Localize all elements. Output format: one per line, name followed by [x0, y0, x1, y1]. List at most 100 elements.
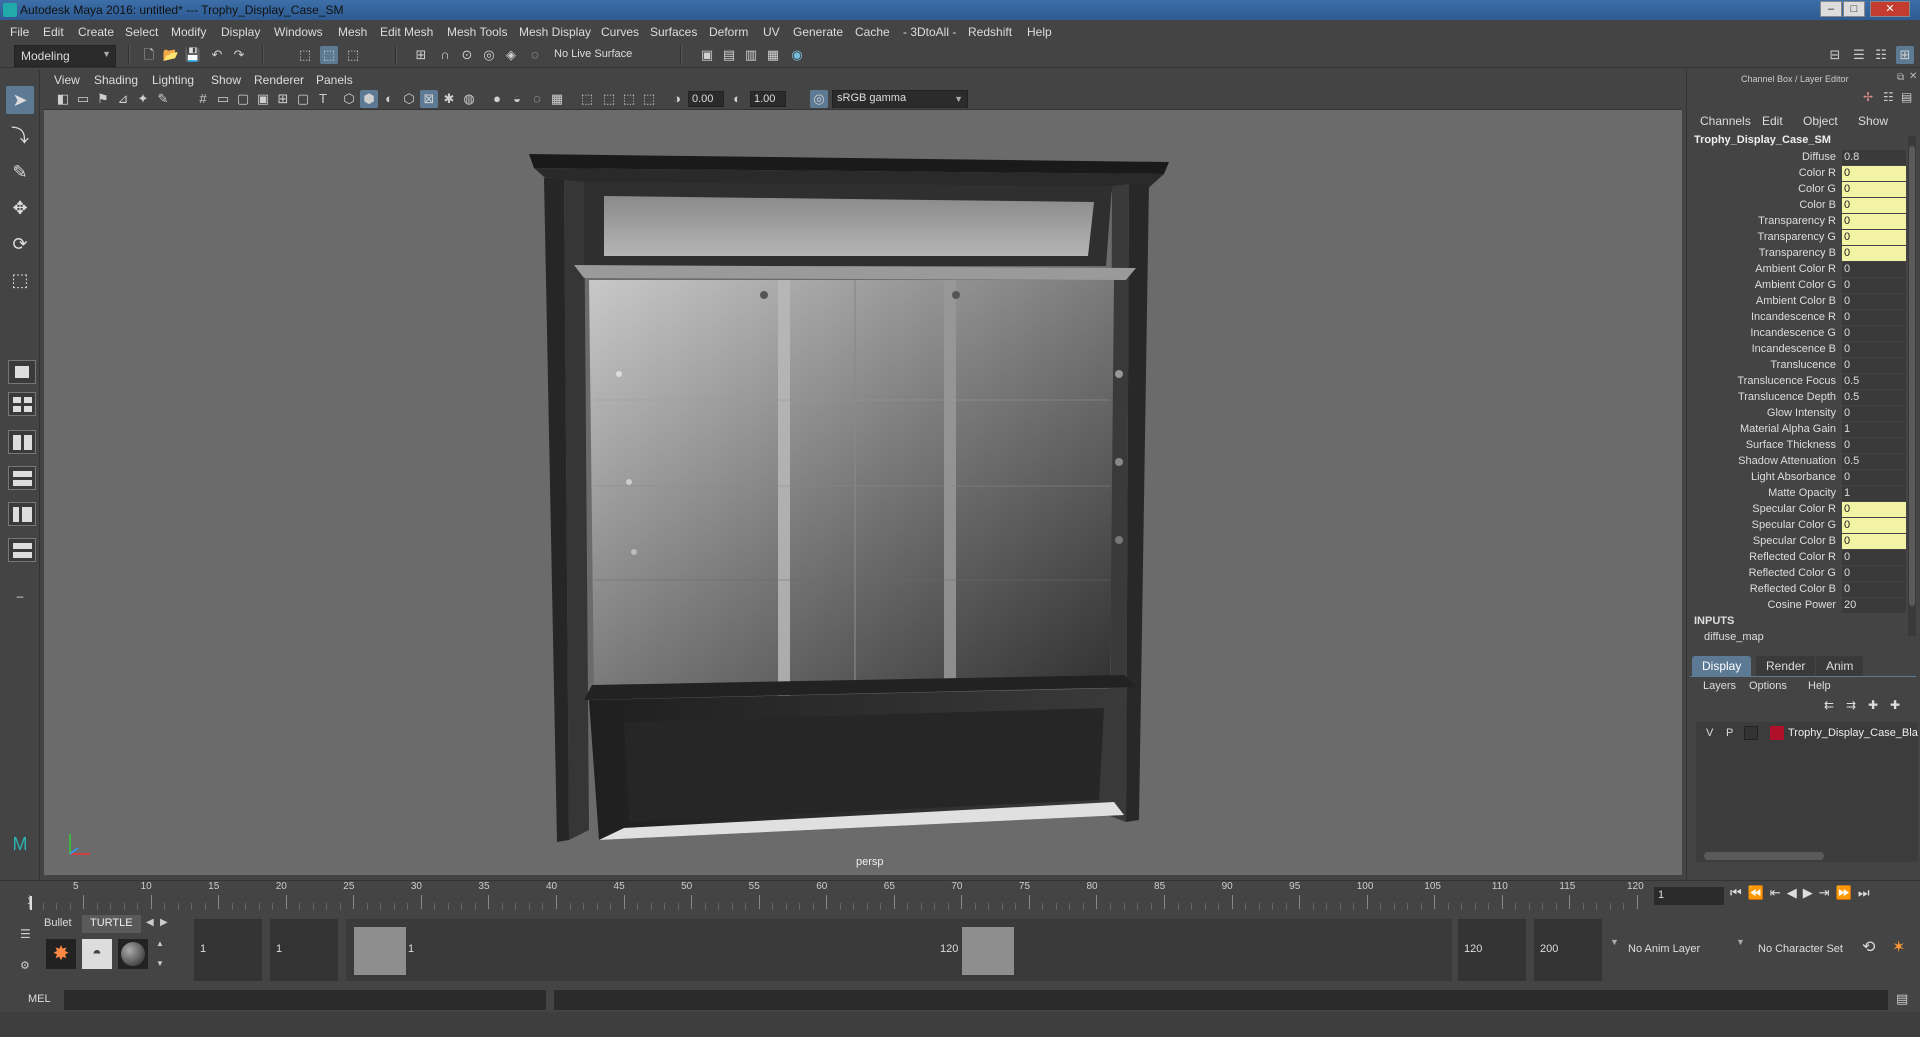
motion-blur-icon[interactable]: ◌ — [528, 90, 546, 108]
layer-visibility-toggle[interactable]: V — [1706, 727, 1713, 739]
animation-preferences-icon[interactable]: ✶ — [1892, 937, 1905, 957]
channel-value-field[interactable]: 0 — [1842, 470, 1906, 485]
default-material-icon[interactable]: ◐ — [380, 90, 398, 108]
channel-value-field[interactable]: 0.5 — [1842, 390, 1906, 405]
select-hierarchy-icon[interactable]: ⬚ — [296, 46, 314, 64]
modeling-toolkit-icon[interactable]: ⊟ — [1826, 46, 1844, 64]
step-forward-frame-icon[interactable]: ⇥ — [1819, 885, 1836, 900]
menu-mesh-tools[interactable]: Mesh Tools — [447, 25, 507, 39]
channel-row[interactable]: Material Alpha Gain 1 — [1692, 422, 1906, 438]
persp-outliner-layout-icon[interactable] — [8, 466, 36, 490]
channel-row[interactable]: Color G 0 — [1692, 182, 1906, 198]
channel-value-field[interactable]: 0 — [1842, 534, 1906, 549]
channel-row[interactable]: Specular Color R 0 — [1692, 502, 1906, 518]
start-time-field[interactable]: 1 — [194, 919, 262, 981]
channel-value-field[interactable]: 0 — [1842, 566, 1906, 581]
menu-3dtoall[interactable]: - 3DtoAll - — [903, 25, 956, 39]
playback-end-field[interactable]: 120 — [1458, 919, 1526, 981]
chevron-down-icon[interactable]: ▼ — [1736, 937, 1745, 947]
channel-row[interactable]: Incandescence B 0 — [1692, 342, 1906, 358]
channel-value-field[interactable]: 0 — [1842, 358, 1906, 373]
menu-deform[interactable]: Deform — [709, 25, 748, 39]
tool-settings-icon[interactable]: ☷ — [1872, 46, 1890, 64]
tab-render[interactable]: Render — [1756, 656, 1816, 676]
range-start-handle[interactable] — [354, 927, 406, 975]
channel-row[interactable]: Color B 0 — [1692, 198, 1906, 214]
channel-value-field[interactable]: 0 — [1842, 182, 1906, 197]
shelf-tab-turtle[interactable]: TURTLE — [82, 915, 141, 933]
channel-value-field[interactable]: 0 — [1842, 310, 1906, 325]
hypershade-layout-icon[interactable] — [8, 538, 36, 562]
shelf-prev-icon[interactable]: ◀ — [146, 917, 154, 928]
save-scene-icon[interactable]: 💾 — [184, 46, 202, 64]
smooth-shade-icon[interactable]: ⬢ — [360, 90, 378, 108]
wireframe-icon[interactable]: ⬡ — [340, 90, 358, 108]
close-button[interactable]: ✕ — [1870, 1, 1910, 17]
viewport-menu-renderer[interactable]: Renderer — [254, 73, 304, 87]
tab-display[interactable]: Display — [1692, 656, 1752, 676]
channel-row[interactable]: Specular Color G 0 — [1692, 518, 1906, 534]
channel-row[interactable]: Diffuse 0.8 — [1692, 150, 1906, 166]
channel-scrollbar[interactable] — [1908, 136, 1916, 636]
channel-box-icon[interactable]: ⊞ — [1896, 46, 1914, 64]
layer-menu-layers[interactable]: Layers — [1703, 680, 1736, 692]
channel-row[interactable]: Translucence 0 — [1692, 358, 1906, 374]
turtle-bake-icon[interactable]: ◓ — [82, 939, 112, 969]
shelf-next-icon[interactable]: ▶ — [160, 917, 168, 928]
channel-row[interactable]: Light Absorbance 0 — [1692, 470, 1906, 486]
channel-row[interactable]: Translucence Focus 0.5 — [1692, 374, 1906, 390]
channel-value-field[interactable]: 0 — [1842, 166, 1906, 181]
four-pane-layout-icon[interactable] — [8, 392, 36, 416]
channel-box-toggle-icon[interactable]: ▤ — [1901, 90, 1912, 104]
channel-row[interactable]: Color R 0 — [1692, 166, 1906, 182]
viewport-menu-shading[interactable]: Shading — [94, 73, 138, 87]
field-chart-icon[interactable]: ⊞ — [274, 90, 292, 108]
redo-icon[interactable]: ↷ — [230, 46, 248, 64]
more-layouts-icon[interactable]: – — [6, 582, 34, 610]
menu-generate[interactable]: Generate — [793, 25, 843, 39]
chevron-down-icon[interactable]: ▼ — [1610, 937, 1619, 947]
live-surface-icon[interactable]: ◌ — [526, 46, 544, 64]
hud-icon[interactable]: ⬚ — [640, 90, 658, 108]
end-time-field[interactable]: 200 — [1534, 919, 1602, 981]
move-layer-up-icon[interactable]: ⇇ — [1824, 698, 1834, 712]
two-d-pan-icon[interactable]: ✦ — [134, 90, 152, 108]
turtle-render-icon[interactable]: ✸ — [46, 939, 76, 969]
play-backward-icon[interactable]: ◀ — [1787, 885, 1803, 900]
shelf-scroll-up-icon[interactable]: ▲ — [156, 939, 164, 948]
xray-active-components-icon[interactable]: ⬚ — [620, 90, 638, 108]
render-settings-icon[interactable]: ▣ — [698, 46, 716, 64]
channel-row[interactable]: Transparency B 0 — [1692, 246, 1906, 262]
exposure-icon[interactable]: ◑ — [668, 90, 686, 108]
render-frame-icon[interactable]: ▤ — [720, 46, 738, 64]
step-forward-key-icon[interactable]: ⏩ — [1836, 885, 1858, 900]
command-input[interactable] — [64, 990, 546, 1010]
viewport-menu-panels[interactable]: Panels — [316, 73, 353, 87]
resolution-gate-icon[interactable]: ▢ — [234, 90, 252, 108]
channel-value-field[interactable]: 0 — [1842, 262, 1906, 277]
camera-attributes-icon[interactable]: ▭ — [74, 90, 92, 108]
new-scene-icon[interactable]: 🗋 — [140, 46, 158, 64]
xray-joints-icon[interactable]: ⬚ — [600, 90, 618, 108]
grid-icon[interactable]: # — [194, 90, 212, 108]
close-panel-icon[interactable]: ✕ — [1909, 71, 1917, 82]
paint-select-tool-icon[interactable]: ✎ — [6, 158, 34, 186]
channel-row[interactable]: Surface Thickness 0 — [1692, 438, 1906, 454]
channel-row[interactable]: Reflected Color G 0 — [1692, 566, 1906, 582]
menu-uv[interactable]: UV — [763, 25, 780, 39]
script-editor-icon[interactable]: ▤ — [1896, 991, 1908, 1007]
step-back-frame-icon[interactable]: ⇤ — [1770, 885, 1787, 900]
gamma-icon[interactable]: ◐ — [728, 90, 746, 108]
playback-start-field[interactable]: 1 — [270, 919, 338, 981]
ambient-occlusion-icon[interactable]: ◒ — [508, 90, 526, 108]
channel-row[interactable]: Ambient Color R 0 — [1692, 262, 1906, 278]
menu-edit-mesh[interactable]: Edit Mesh — [380, 25, 433, 39]
channel-value-field[interactable]: 0 — [1842, 342, 1906, 357]
single-pane-layout-icon[interactable] — [8, 360, 36, 384]
gamma-field[interactable]: 1.00 — [750, 91, 786, 107]
select-object-icon[interactable]: ⬚ — [320, 46, 338, 64]
persp-graph-layout-icon[interactable] — [8, 502, 36, 526]
menu-create[interactable]: Create — [78, 25, 114, 39]
channel-value-field[interactable]: 0 — [1842, 278, 1906, 293]
channel-row[interactable]: Glow Intensity 0 — [1692, 406, 1906, 422]
